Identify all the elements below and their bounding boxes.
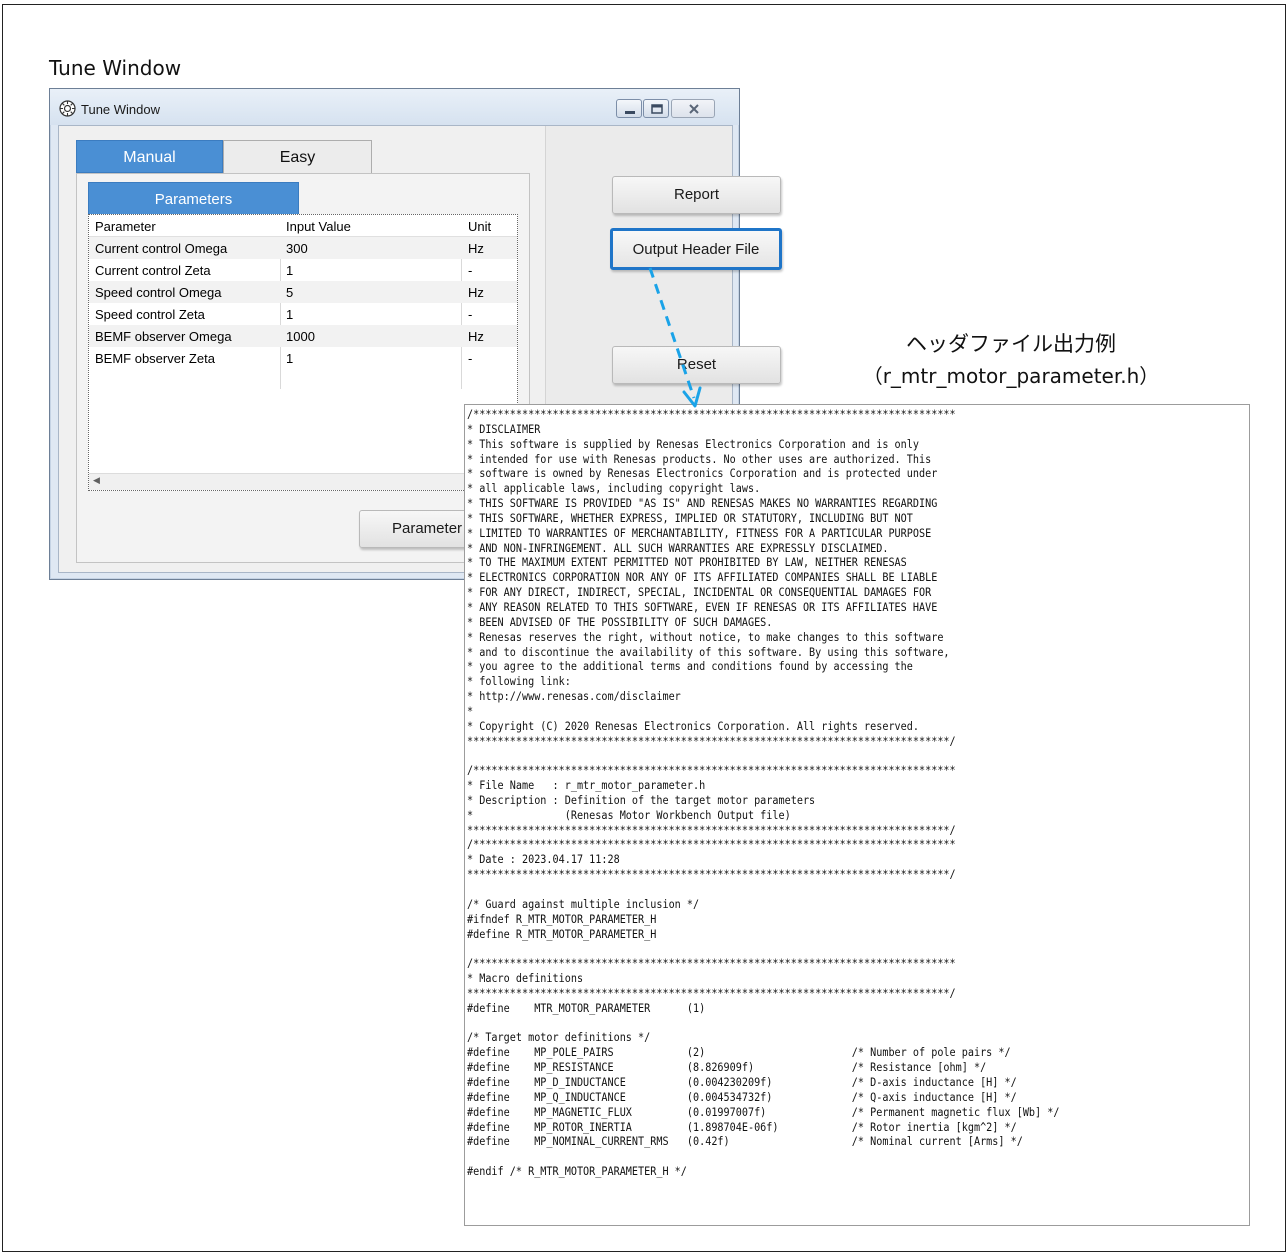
dashed-arrow-icon [648, 267, 702, 408]
